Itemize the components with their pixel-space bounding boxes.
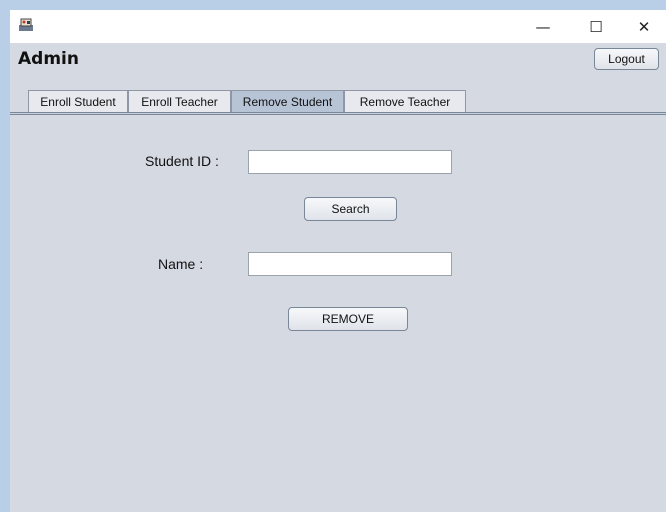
tab-enroll-teacher[interactable]: Enroll Teacher <box>128 90 231 112</box>
tab-remove-teacher[interactable]: Remove Teacher <box>344 90 466 112</box>
tab-remove-student[interactable]: Remove Student <box>231 90 344 112</box>
java-app-icon <box>19 18 33 31</box>
page-title: Admin <box>18 49 79 69</box>
tab-enroll-student[interactable]: Enroll Student <box>28 90 128 112</box>
student-id-label: Student ID : <box>145 153 219 169</box>
search-button[interactable]: Search <box>304 197 397 221</box>
tab-separator <box>10 112 666 115</box>
title-bar: — ☐ ✕ <box>10 10 666 43</box>
student-id-field[interactable] <box>248 150 452 174</box>
minimize-button[interactable]: — <box>520 10 566 43</box>
name-field[interactable] <box>248 252 452 276</box>
name-label: Name : <box>158 256 204 272</box>
remove-button[interactable]: REMOVE <box>288 307 408 331</box>
maximize-button[interactable]: ☐ <box>573 10 619 43</box>
close-button[interactable]: ✕ <box>621 10 666 43</box>
logout-button[interactable]: Logout <box>594 48 659 70</box>
app-window: — ☐ ✕ Admin Logout Enroll Student Enroll… <box>10 10 666 512</box>
